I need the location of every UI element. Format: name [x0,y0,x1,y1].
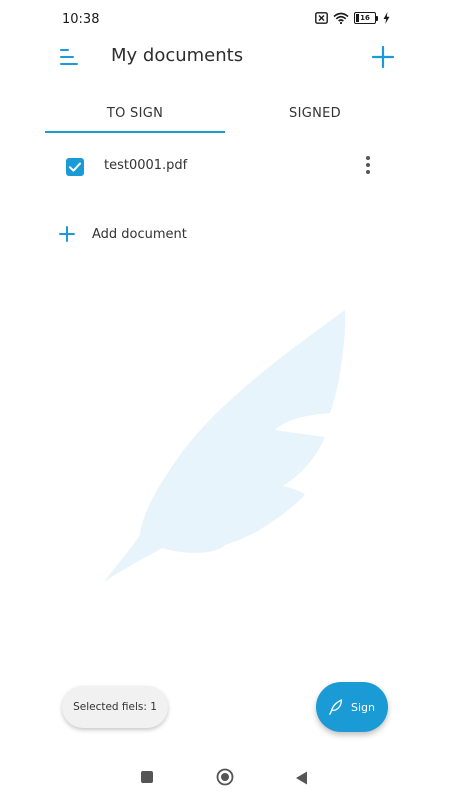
home-button[interactable] [216,768,234,790]
plus-icon [371,45,395,69]
plus-icon [59,226,75,242]
tab-bar: TO SIGN SIGNED [0,92,450,136]
charging-icon [383,12,390,24]
document-name: test0001.pdf [104,158,188,173]
page-title: My documents [111,45,244,66]
check-icon [69,162,81,172]
feather-watermark-icon [104,310,346,582]
status-time: 10:38 [62,12,100,27]
menu-button[interactable] [60,48,80,68]
feather-icon [329,699,343,715]
add-button[interactable] [370,44,396,70]
recents-button[interactable] [141,771,153,783]
back-triangle-icon [296,771,307,785]
system-nav-bar [0,756,450,800]
sim-off-icon [315,12,328,24]
battery-level: 16 [360,14,370,22]
document-row[interactable]: test0001.pdf [45,146,405,190]
tab-to-sign[interactable]: TO SIGN [45,92,225,134]
sign-label: Sign [351,700,375,714]
add-document-label: Add document [92,226,187,242]
recents-square-icon [141,771,153,783]
battery-icon: 16 [354,12,378,24]
home-circle-icon [216,768,234,786]
more-options-button[interactable] [363,156,373,178]
sign-button[interactable]: Sign [316,682,388,732]
document-checkbox[interactable] [66,158,84,176]
status-bar: 10:38 16 [0,0,450,40]
wifi-icon [333,12,349,24]
add-document-button[interactable]: Add document [58,222,187,246]
status-icons: 16 [315,12,390,24]
tab-signed[interactable]: SIGNED [225,92,405,134]
back-button[interactable] [295,770,308,789]
tab-indicator [45,131,225,133]
menu-icon [60,48,80,68]
selected-files-indicator: Selected fiels: 1 [62,686,168,728]
